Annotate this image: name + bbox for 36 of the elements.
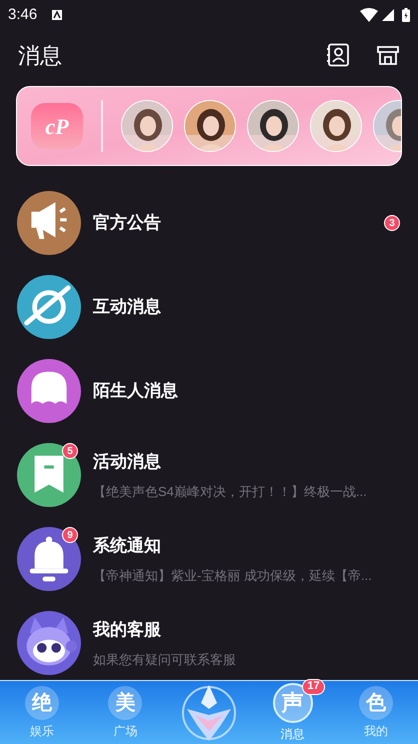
unread-badge: 17 — [302, 678, 325, 694]
unread-badge: 9 — [62, 527, 78, 543]
message-row[interactable]: 5 活动消息 【绝美声色S4巅峰对决，开打！！】终极一战... — [0, 433, 418, 517]
tab-glyph: 色 — [366, 690, 386, 716]
message-row[interactable]: 官方公告 3 — [0, 181, 418, 265]
message-title: 官方公告 — [93, 212, 162, 234]
cp-heart-logo: cP — [31, 103, 83, 149]
message-preview: 【绝美声色S4巅峰对决，开打！！】终极一战... — [93, 483, 368, 501]
message-title: 我的客服 — [93, 618, 162, 640]
tab-label: 娱乐 — [30, 722, 54, 740]
battery-icon — [402, 8, 410, 22]
message-row[interactable]: 9 系统通知 【帝神通知】紫业-宝格丽 成功保级，延续【帝... — [0, 517, 418, 601]
unread-badge: 3 — [384, 215, 400, 231]
page-title: 消息 — [18, 42, 62, 70]
contacts-icon[interactable] — [326, 43, 350, 67]
message-title: 活动消息 — [93, 450, 162, 472]
message-preview: 如果您有疑问可联系客服 — [93, 651, 237, 669]
wifi-icon — [360, 8, 378, 22]
shop-icon[interactable] — [376, 43, 400, 67]
tab-glyph: 美 — [115, 690, 136, 716]
tab-glyph: 绝 — [32, 690, 52, 716]
message-preview: 【帝神通知】紫业-宝格丽 成功保级，延续【帝... — [93, 567, 373, 585]
notification-icon — [51, 9, 64, 21]
message-row[interactable]: 陌生人消息 — [0, 349, 418, 433]
message-title: 系统通知 — [93, 534, 162, 556]
unread-badge: 5 — [62, 443, 78, 459]
message-row[interactable]: 互动消息 — [0, 265, 418, 349]
tab-glyph: 声 — [282, 689, 304, 717]
tab-label: 消息 — [280, 726, 305, 742]
tab-label: 广场 — [113, 722, 138, 740]
tab-label: 我的 — [364, 722, 388, 740]
message-title: 陌生人消息 — [93, 380, 179, 402]
message-row[interactable]: 我的客服 如果您有疑问可联系客服 — [0, 601, 418, 675]
signal-icon — [382, 9, 394, 21]
message-title: 互动消息 — [93, 296, 162, 318]
status-time: 3:46 — [8, 4, 38, 25]
